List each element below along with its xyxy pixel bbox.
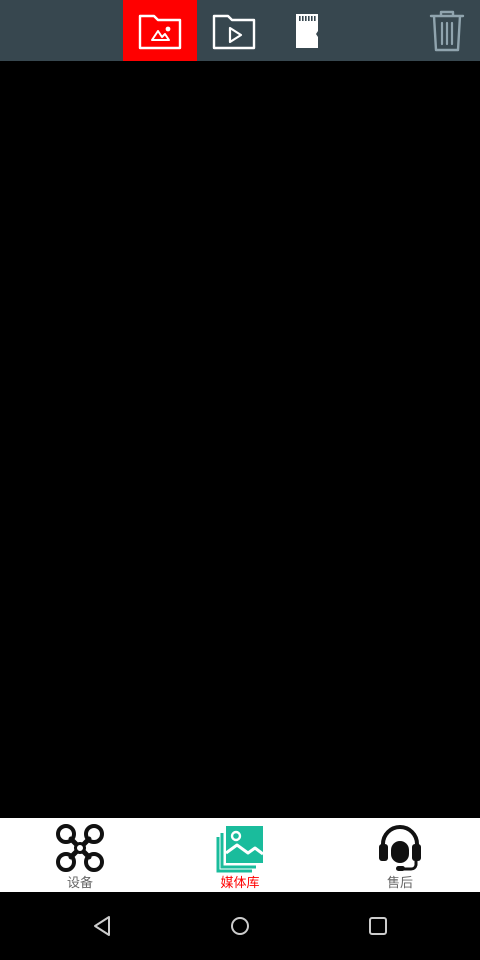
trash-icon [429, 10, 465, 51]
nav-label-service: 售后 [386, 876, 413, 891]
home-circle-icon[interactable] [224, 910, 256, 942]
sd-card-icon [296, 13, 318, 48]
nav-label-media: 媒体库 [220, 876, 260, 891]
headset-icon [379, 825, 421, 871]
top-toolbar [0, 0, 480, 61]
media-content-area [0, 61, 480, 818]
delete-button[interactable] [414, 0, 480, 61]
system-nav-bar [0, 892, 480, 960]
bottom-nav: 设备 媒体库 售后 [0, 818, 480, 892]
sdcard-tab-button[interactable] [271, 0, 345, 61]
photos-tab-button[interactable] [123, 0, 197, 61]
app-root: 设备 媒体库 售后 [0, 0, 480, 960]
nav-item-device[interactable]: 设备 [0, 818, 160, 892]
image-folder-icon [138, 14, 182, 49]
recent-square-icon[interactable] [362, 910, 394, 942]
nav-label-device: 设备 [66, 876, 93, 891]
nav-item-media[interactable]: 媒体库 [160, 818, 320, 892]
nav-item-service[interactable]: 售后 [320, 818, 480, 892]
videos-tab-button[interactable] [197, 0, 271, 61]
video-folder-icon [212, 14, 256, 49]
back-triangle-icon[interactable] [86, 910, 118, 942]
drone-icon [56, 824, 104, 872]
gallery-icon [216, 826, 264, 873]
